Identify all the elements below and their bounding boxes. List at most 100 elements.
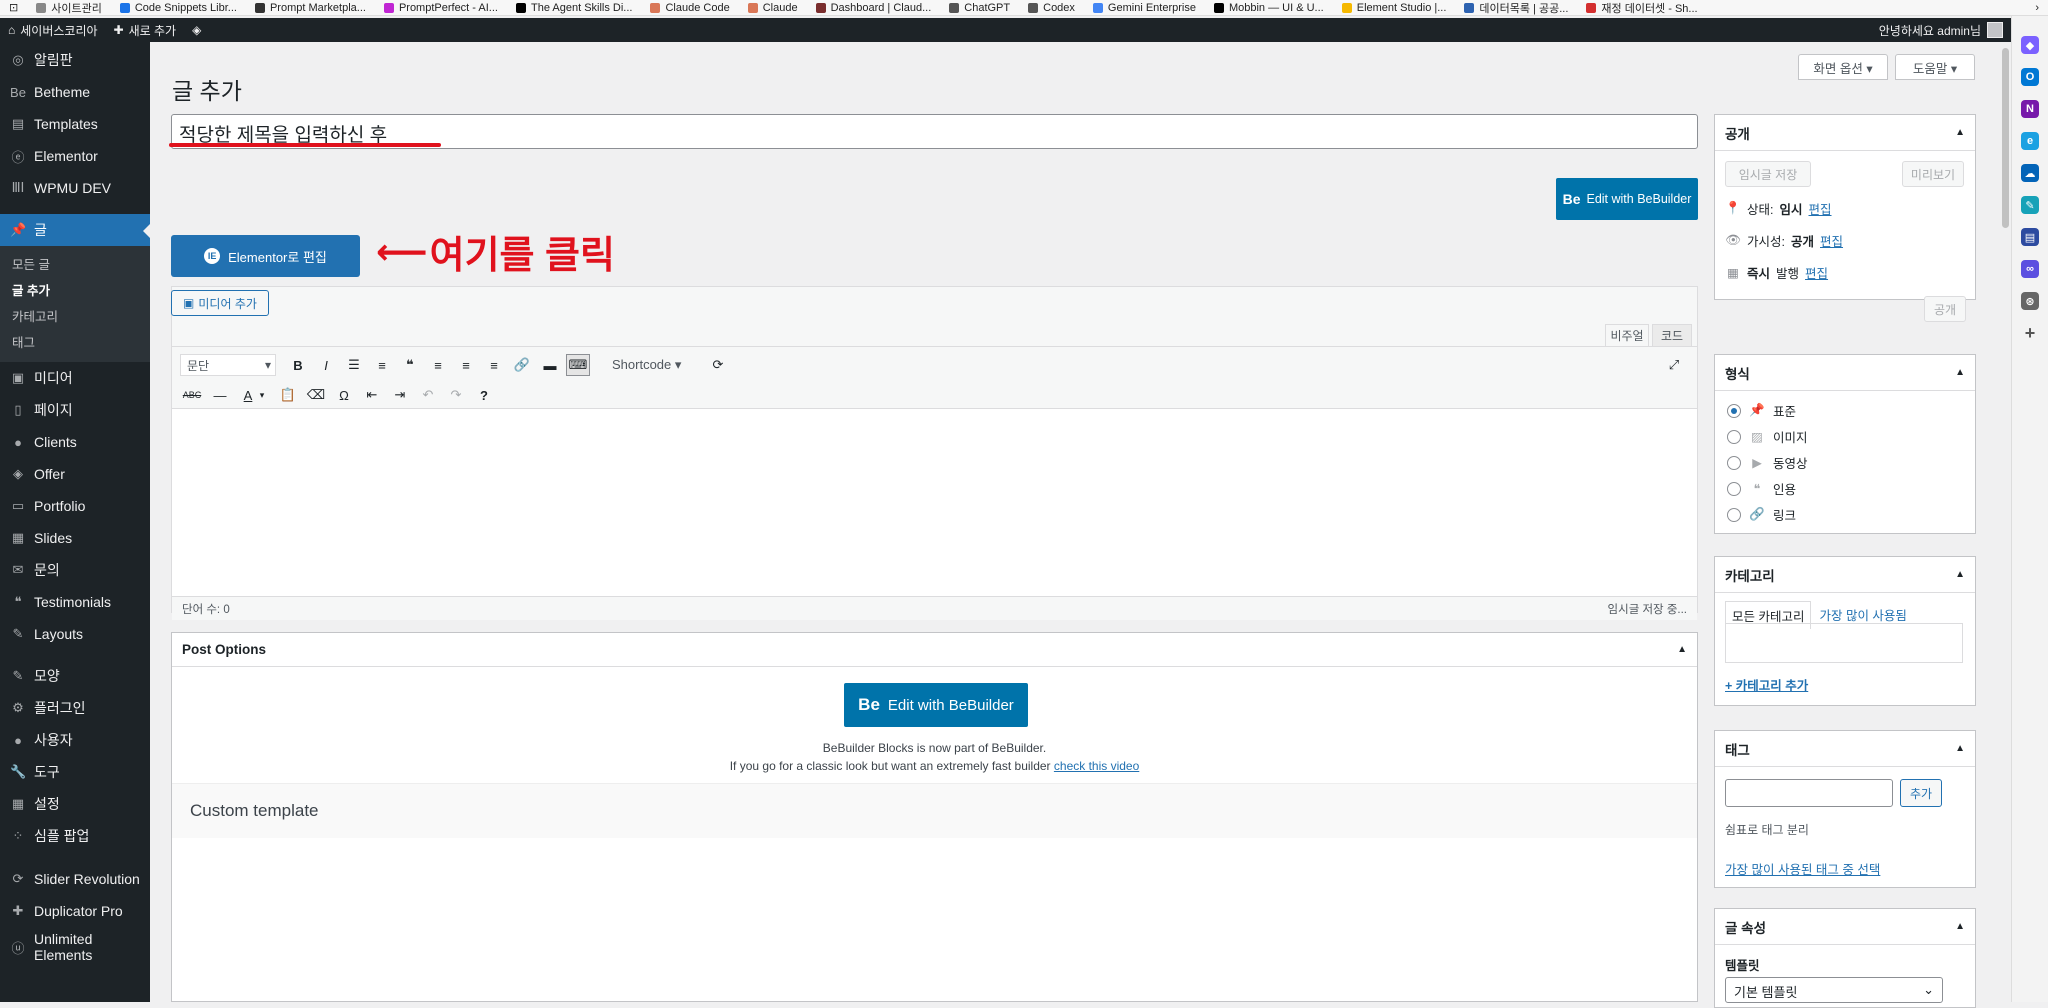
attributes-header[interactable]: 글 속성 ▲ <box>1715 909 1975 945</box>
menu-item[interactable]: ▯ 페이지 <box>0 394 150 426</box>
outdent-icon[interactable]: ⇤ <box>360 384 384 406</box>
radio-button[interactable] <box>1727 403 1741 418</box>
schedule-edit-link[interactable]: 편집 <box>1805 263 1828 282</box>
copilot-icon[interactable]: ◆ <box>2021 36 2039 54</box>
tag-header[interactable]: 태그 ▲ <box>1715 731 1975 767</box>
collapse-icon[interactable]: ▲ <box>1955 569 1965 580</box>
format-option-image[interactable]: ▨ 이미지 <box>1727 427 1808 446</box>
format-option-quote[interactable]: ❝ 인용 <box>1727 479 1796 498</box>
horizontal-line-icon[interactable]: — <box>208 384 232 406</box>
publish-header[interactable]: 공개 ▲ <box>1715 115 1975 151</box>
menu-item[interactable]: ▦ 설정 <box>0 788 150 820</box>
collapse-icon[interactable]: ▲ <box>1955 367 1965 378</box>
add-tag-button[interactable]: 추가 <box>1900 779 1942 807</box>
template-select[interactable]: 기본 템플릿 ⌄ <box>1725 977 1943 1003</box>
page-scrollbar[interactable] <box>2000 42 2011 1002</box>
menu-item[interactable]: ⓔ Elementor <box>0 140 150 172</box>
bookmark-item[interactable]: Code Snippets Libr... <box>111 0 246 15</box>
status-edit-link[interactable]: 편집 <box>1809 199 1832 218</box>
special-char-icon[interactable]: Ω <box>332 384 356 406</box>
format-header[interactable]: 형식 ▲ <box>1715 355 1975 391</box>
app-icon[interactable]: ▤ <box>2021 228 2039 246</box>
link-icon[interactable]: 🔗 <box>510 354 534 376</box>
bookmark-item[interactable]: Element Studio |... <box>1333 0 1456 15</box>
help-button[interactable]: 도움말 ▾ <box>1895 54 1975 80</box>
menu-item[interactable]: ⓤ Unlimited Elements <box>0 927 150 967</box>
format-option-video[interactable]: ▶ 동영상 <box>1727 453 1808 472</box>
strikethrough-icon[interactable]: ABC <box>180 384 204 406</box>
collapse-icon[interactable]: ▲ <box>1955 921 1965 932</box>
tab-visual[interactable]: 비주얼 <box>1605 324 1649 346</box>
visibility-edit-link[interactable]: 편집 <box>1820 231 1843 250</box>
edit-with-elementor-button[interactable]: IE Elementor로 편집 <box>171 235 360 277</box>
submenu-item[interactable]: 글 추가 <box>0 278 150 304</box>
toolbar-toggle-icon[interactable]: ⌨ <box>566 354 590 376</box>
undo-icon[interactable]: ↶ <box>416 384 440 406</box>
align-right-icon[interactable]: ≡ <box>482 354 506 376</box>
menu-item[interactable]: ⚙ 플러그인 <box>0 692 150 724</box>
radio-button[interactable] <box>1727 481 1741 496</box>
menu-item[interactable]: ⁘ 심플 팝업 <box>0 820 150 852</box>
tab-code[interactable]: 코드 <box>1652 324 1692 346</box>
numbered-list-icon[interactable]: ≡ <box>370 354 394 376</box>
edge-icon[interactable]: e <box>2021 132 2039 150</box>
category-header[interactable]: 카테고리 ▲ <box>1715 557 1975 593</box>
popular-tags-link[interactable]: 가장 많이 사용된 태그 중 선택 <box>1725 859 1880 878</box>
add-media-button[interactable]: ▣ 미디어 추가 <box>171 290 269 316</box>
menu-item[interactable]: Be Betheme <box>0 76 150 108</box>
menu-item[interactable]: ✉ 문의 <box>0 554 150 586</box>
bookmark-item[interactable]: Prompt Marketpla... <box>246 0 375 15</box>
bookmark-item[interactable]: The Agent Skills Di... <box>507 0 642 15</box>
paste-text-icon[interactable]: 📋 <box>276 384 300 406</box>
fullscreen-icon[interactable]: ⤢ <box>1662 354 1686 376</box>
add-icon[interactable]: + <box>2021 323 2039 343</box>
wpmu-icon[interactable]: ◈ <box>184 18 209 42</box>
post-options-header[interactable]: Post Options ▲ <box>172 633 1697 667</box>
bold-icon[interactable]: B <box>286 354 310 376</box>
openai-icon[interactable]: ⊛ <box>2021 292 2039 310</box>
bookmark-home-icon[interactable]: ⊡ <box>0 0 27 15</box>
bookmark-item[interactable]: 데이터목록 | 공공... <box>1455 0 1577 15</box>
onenote-icon[interactable]: N <box>2021 100 2039 118</box>
menu-item[interactable]: ● 사용자 <box>0 724 150 756</box>
editor-body[interactable] <box>172 409 1697 596</box>
menu-item[interactable]: ● Clients <box>0 426 150 458</box>
shortcode-dropdown[interactable]: Shortcode ▾ <box>612 354 702 376</box>
submenu-item[interactable]: 모든 글 <box>0 252 150 278</box>
quote-icon[interactable]: ❝ <box>398 354 422 376</box>
bullet-list-icon[interactable]: ☰ <box>342 354 366 376</box>
onedrive-icon[interactable]: ☁ <box>2021 164 2039 182</box>
bookmark-item[interactable]: PromptPerfect - AI... <box>375 0 507 15</box>
radio-button[interactable] <box>1727 429 1741 444</box>
bookmark-item[interactable]: Dashboard | Claud... <box>807 0 941 15</box>
account-menu[interactable]: 안녕하세요 admin님 <box>1879 22 2011 39</box>
new-content-button[interactable]: ✚ 새로 추가 <box>106 18 185 42</box>
chevron-down-icon[interactable]: ▾ <box>256 384 268 406</box>
outlook-icon[interactable]: O <box>2021 68 2039 86</box>
menu-item-posts[interactable]: 📌 글 <box>0 214 150 246</box>
menu-item[interactable]: ◎ 알림판 <box>0 44 150 76</box>
clear-format-icon[interactable]: ⌫ <box>304 384 328 406</box>
bookmark-item[interactable]: Mobbin — UI & U... <box>1205 0 1333 15</box>
edit-with-bebuilder-large-button[interactable]: Be Edit with BeBuilder <box>844 683 1028 727</box>
screen-options-button[interactable]: 화면 옵션 ▾ <box>1798 54 1888 80</box>
italic-icon[interactable]: I <box>314 354 338 376</box>
bookmark-item[interactable]: ChatGPT <box>940 0 1019 15</box>
menu-item[interactable]: ✎ Layouts <box>0 618 150 650</box>
menu-item[interactable]: 🔧 도구 <box>0 756 150 788</box>
submenu-item[interactable]: 카테고리 <box>0 304 150 330</box>
video-link[interactable]: check this video <box>1054 759 1139 773</box>
bookmarks-more-icon[interactable]: › <box>2026 0 2048 15</box>
format-select[interactable]: 문단 ▾ <box>180 354 276 376</box>
help-icon[interactable]: ? <box>472 384 496 406</box>
menu-item[interactable]: ◈ Offer <box>0 458 150 490</box>
bookmark-item[interactable]: Claude Code <box>641 0 738 15</box>
align-left-icon[interactable]: ≡ <box>426 354 450 376</box>
read-more-icon[interactable]: ▬ <box>538 354 562 376</box>
submenu-item[interactable]: 태그 <box>0 330 150 356</box>
bookmark-item[interactable]: Gemini Enterprise <box>1084 0 1205 15</box>
menu-item[interactable]: ▦ Slides <box>0 522 150 554</box>
scrollbar-thumb[interactable] <box>2002 48 2009 228</box>
radio-button[interactable] <box>1727 455 1741 470</box>
edit-with-bebuilder-button[interactable]: Be Edit with BeBuilder <box>1556 178 1698 220</box>
